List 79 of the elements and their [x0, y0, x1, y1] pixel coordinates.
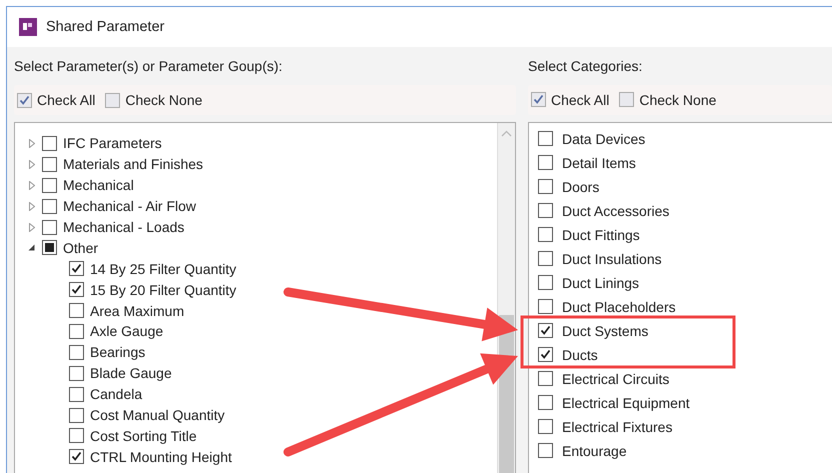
- category-item[interactable]: Electrical Fixtures: [562, 418, 672, 435]
- tree-item[interactable]: Area Maximum: [90, 302, 184, 319]
- checkbox[interactable]: [538, 443, 553, 458]
- checkbox[interactable]: [69, 282, 84, 298]
- checkbox[interactable]: [538, 179, 553, 194]
- category-item[interactable]: Duct Insulations: [562, 250, 662, 267]
- checkbox[interactable]: [105, 92, 120, 108]
- expand-icon[interactable]: [27, 160, 36, 169]
- tree-item[interactable]: Mechanical: [63, 177, 134, 194]
- section-label: Select Parameter(s) or Parameter Goup(s):: [14, 57, 282, 75]
- tree-item[interactable]: Axle Gauge: [90, 323, 164, 340]
- category-item[interactable]: Duct Accessories: [562, 202, 670, 219]
- tree-item[interactable]: 15 By 20 Filter Quantity: [90, 282, 236, 298]
- checkbox[interactable]: [69, 303, 84, 318]
- checkbox[interactable]: [69, 428, 84, 444]
- tree-item[interactable]: Candela: [90, 386, 142, 402]
- checkbox-label[interactable]: Check All: [551, 92, 610, 108]
- category-item[interactable]: Electrical Circuits: [562, 370, 670, 387]
- checkbox[interactable]: [42, 178, 57, 193]
- category-item[interactable]: Data Devices: [562, 130, 646, 147]
- checkbox-label[interactable]: Check None: [125, 92, 202, 108]
- window-title: Shared Parameter: [46, 19, 164, 35]
- app-icon: [19, 18, 37, 36]
- checkbox[interactable]: [538, 227, 553, 242]
- checkbox[interactable]: [69, 344, 84, 360]
- tree-item[interactable]: IFC Parameters: [63, 135, 162, 152]
- category-item[interactable]: Duct Linings: [562, 274, 640, 291]
- expand-icon[interactable]: [27, 180, 36, 190]
- checkbox[interactable]: [538, 371, 553, 386]
- checkbox[interactable]: [69, 366, 84, 381]
- tree-item[interactable]: Materials and Finishes: [63, 156, 204, 172]
- category-item[interactable]: Detail Items: [562, 154, 636, 171]
- tree-item[interactable]: Blade Gauge: [90, 365, 172, 382]
- tree-item[interactable]: CTRL Mounting Height: [90, 448, 232, 465]
- checkbox[interactable]: [538, 323, 553, 338]
- checkbox[interactable]: [69, 408, 84, 423]
- checkbox[interactable]: [538, 419, 553, 434]
- checkbox[interactable]: [538, 395, 553, 410]
- checkbox[interactable]: [42, 156, 57, 172]
- category-item[interactable]: Electrical Equipment: [562, 394, 690, 411]
- checkbox-label[interactable]: Check All: [37, 92, 96, 108]
- category-item[interactable]: Duct Fittings: [562, 226, 640, 243]
- tree-item[interactable]: 14 By 25 Filter Quantity: [90, 260, 236, 277]
- category-item[interactable]: Doors: [562, 178, 600, 195]
- checkbox[interactable]: [619, 92, 634, 108]
- checkbox[interactable]: [538, 347, 553, 362]
- collapse-icon[interactable]: [27, 244, 36, 252]
- expand-icon[interactable]: [27, 222, 36, 232]
- category-item[interactable]: Duct Placeholders: [562, 298, 676, 315]
- checkbox[interactable]: [69, 386, 84, 402]
- category-item[interactable]: Duct Systems: [562, 322, 648, 339]
- tree-item[interactable]: Mechanical - Loads: [63, 219, 184, 235]
- checkbox[interactable]: [17, 92, 32, 108]
- checkbox-label[interactable]: Check None: [639, 92, 716, 108]
- checkbox[interactable]: [69, 324, 84, 339]
- tree-item[interactable]: Cost Sorting Title: [90, 428, 197, 444]
- section-label: Select Categories:: [528, 57, 642, 75]
- category-item[interactable]: Ducts: [562, 346, 598, 363]
- tree-item[interactable]: Cost Manual Quantity: [90, 407, 225, 424]
- checkbox[interactable]: [42, 240, 57, 256]
- checkbox[interactable]: [42, 220, 57, 234]
- expand-icon[interactable]: [27, 202, 36, 211]
- checkbox[interactable]: [538, 251, 553, 266]
- checkbox[interactable]: [69, 261, 84, 276]
- checkbox[interactable]: [42, 136, 57, 151]
- checkbox[interactable]: [538, 299, 553, 314]
- tree-item[interactable]: Bearings: [90, 344, 146, 360]
- checkbox[interactable]: [69, 449, 84, 464]
- checkbox[interactable]: [538, 203, 553, 218]
- category-item[interactable]: Entourage: [562, 442, 627, 459]
- expand-icon[interactable]: [27, 138, 36, 148]
- tree-item[interactable]: Other: [63, 240, 98, 256]
- tree-item[interactable]: Mechanical - Air Flow: [63, 198, 196, 214]
- checkbox[interactable]: [531, 92, 546, 108]
- checkbox[interactable]: [538, 275, 553, 290]
- scrollbar[interactable]: [497, 123, 515, 473]
- checkbox[interactable]: [538, 155, 553, 170]
- checkbox[interactable]: [538, 131, 553, 146]
- checkbox[interactable]: [42, 198, 57, 214]
